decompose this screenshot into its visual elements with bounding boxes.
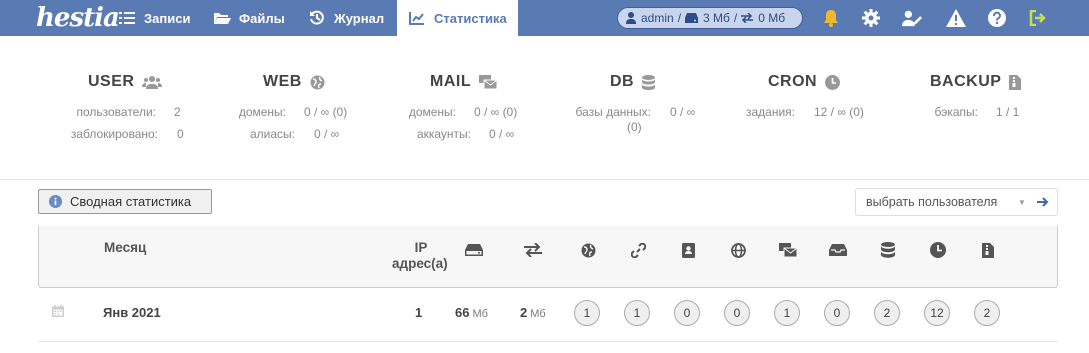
bandwidth-usage: 0 Мб [758, 11, 786, 25]
warning-icon[interactable] [946, 8, 966, 28]
badge-mail-domains: 1 [774, 300, 800, 326]
hard-drive-icon [685, 13, 699, 23]
nav-records[interactable]: Записи [118, 0, 190, 36]
user-edit-icon[interactable] [902, 8, 922, 28]
badge-dns-domains: 0 [674, 300, 700, 326]
logout-icon[interactable] [1028, 8, 1048, 28]
transfer-arrows-icon [741, 13, 754, 23]
network-globe-icon [728, 240, 748, 260]
row-bandwidth: 2 Мб [520, 305, 546, 320]
users-icon [142, 75, 163, 89]
mail-bulk-icon [778, 240, 798, 260]
badge-web-domains: 1 [574, 300, 600, 326]
nav-statistics[interactable]: Статистика [397, 0, 518, 36]
badge-dns-records: 0 [724, 300, 750, 326]
nav-files[interactable]: Файлы [213, 0, 285, 36]
summary-backup-heading: BACKUP [930, 72, 1022, 92]
summary-user-heading: USER [88, 72, 163, 92]
mail-bulk-icon [479, 75, 498, 89]
database-icon [642, 74, 656, 90]
history-icon [308, 9, 326, 27]
help-icon[interactable] [987, 8, 1007, 28]
file-archive-icon [1009, 74, 1022, 90]
user-select-value: выбрать пользователя [866, 195, 998, 209]
row-divider [38, 341, 1058, 342]
chevron-down-icon: ▼ [1018, 198, 1026, 207]
user-icon [626, 12, 636, 24]
hard-drive-icon [464, 240, 484, 260]
clock-icon [928, 240, 948, 260]
file-archive-icon [978, 240, 998, 260]
database-icon [878, 240, 898, 260]
nav-records-label: Записи [144, 10, 191, 26]
transfer-arrows-icon [523, 240, 543, 260]
info-circle-icon [49, 195, 62, 208]
column-month: Месяц [104, 240, 147, 255]
row-disk: 66 Мб [455, 305, 488, 320]
nav-files-label: Файлы [239, 10, 285, 26]
globe-icon [310, 75, 325, 90]
address-book-icon [678, 240, 698, 260]
arrow-right-icon[interactable] [1035, 194, 1051, 210]
bell-icon[interactable] [821, 8, 841, 28]
overall-statistics-label: Сводная статистика [70, 194, 192, 209]
summary-cron-heading: CRON [768, 72, 841, 92]
clock-icon [825, 74, 841, 90]
user-usage-pill[interactable]: admin / 3 Мб / 0 Мб [617, 7, 803, 29]
badge-cron-jobs: 12 [924, 300, 950, 326]
nav-log-label: Журнал [334, 10, 385, 26]
user-name: admin [641, 11, 674, 25]
hestia-logo[interactable]: hestia [36, 3, 120, 33]
nav-log[interactable]: Журнал [308, 0, 384, 36]
table-row: Янв 2021 1 66 Мб 2 Мб 1 1 0 0 1 0 2 12 2 [38, 295, 1058, 331]
stats-table-header: Месяц IP адрес(а) [38, 226, 1058, 288]
top-navigation-bar: hestia Записи Файлы Журнал Статистика ad… [0, 0, 1089, 36]
overall-statistics-button[interactable]: Сводная статистика [38, 189, 212, 214]
badge-backups: 2 [974, 300, 1000, 326]
inbox-icon [828, 240, 848, 260]
gear-icon[interactable] [861, 8, 881, 28]
folder-open-icon [213, 9, 231, 27]
badge-web-aliases: 1 [624, 300, 650, 326]
chart-line-icon [408, 9, 426, 27]
user-select-dropdown[interactable]: выбрать пользователя ▼ [855, 188, 1058, 216]
globe-icon [578, 240, 598, 260]
badge-databases: 2 [874, 300, 900, 326]
badge-mail-accounts: 0 [824, 300, 850, 326]
column-ip-line1: IP [414, 240, 428, 255]
nav-statistics-label: Статистика [434, 10, 507, 26]
summary-web-heading: WEB [263, 72, 325, 92]
row-month: Янв 2021 [103, 305, 161, 320]
row-ip-count: 1 [415, 305, 423, 320]
link-icon [628, 240, 648, 260]
list-icon [118, 9, 136, 27]
calendar-icon [52, 305, 64, 320]
summary-panel: USER пользователи: 2 заблокировано: 0 WE… [0, 36, 1089, 180]
column-ip-line2: адрес(а) [392, 256, 448, 271]
summary-db-heading: DB [610, 72, 656, 92]
summary-mail-heading: MAIL [430, 72, 498, 92]
disk-usage: 3 Мб [703, 11, 730, 25]
